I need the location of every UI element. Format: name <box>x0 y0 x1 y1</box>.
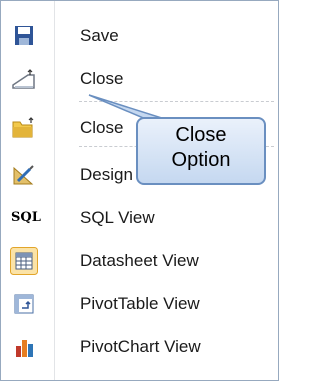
close-option-callout: Close Option <box>136 117 266 185</box>
callout-pointer <box>88 94 169 121</box>
callout-line-2: Option <box>171 149 231 171</box>
callout-line-1: Close <box>175 124 227 146</box>
callout-text: Close Option <box>136 123 266 173</box>
